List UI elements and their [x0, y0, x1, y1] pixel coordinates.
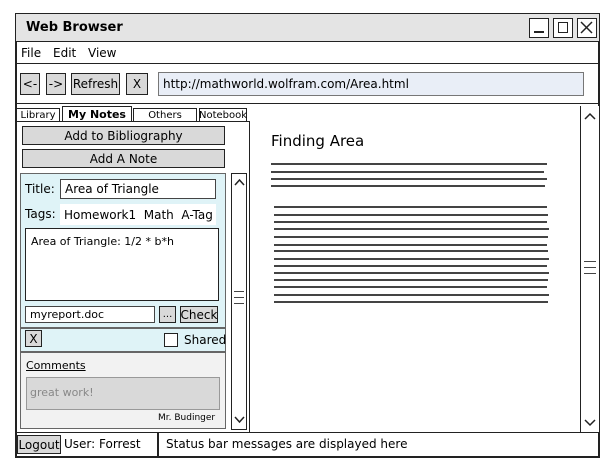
check-button[interactable]: Check [180, 306, 218, 323]
text-line [274, 258, 549, 260]
shared-checkbox[interactable] [164, 333, 178, 347]
browse-button[interactable]: ... [159, 306, 176, 323]
sidebar-scrollbar[interactable] [231, 173, 247, 430]
tab-others[interactable]: Others [133, 108, 197, 122]
text-line [274, 279, 548, 281]
minimize-icon [534, 31, 544, 33]
text-line [271, 178, 547, 180]
comment-author: Mr. Budinger [158, 413, 216, 423]
add-to-bibliography-button[interactable]: Add to Bibliography [22, 126, 225, 145]
text-line [274, 272, 549, 274]
text-line [271, 171, 544, 173]
maximize-icon [558, 22, 568, 33]
scroll-grip [234, 303, 244, 304]
user-label: User: Forrest [64, 437, 141, 451]
text-line [274, 236, 548, 238]
back-button[interactable]: <- [20, 73, 40, 95]
scroll-grip [584, 261, 596, 262]
minimize-button[interactable] [529, 18, 549, 38]
scroll-grip [584, 273, 596, 274]
content-heading: Finding Area [271, 132, 365, 150]
note-body-field[interactable]: Area of Triangle: 1/2 * b*h [25, 228, 219, 301]
comment-field[interactable]: great work! [26, 377, 220, 410]
close-button[interactable] [577, 18, 597, 38]
text-line [274, 228, 549, 230]
text-line [271, 185, 545, 187]
menu-edit[interactable]: Edit [53, 46, 76, 60]
tab-my-notes[interactable]: My Notes [62, 106, 132, 122]
close-icon [580, 21, 593, 34]
chevron-down-icon [234, 416, 245, 424]
comment-text: great work! [30, 386, 94, 399]
chevron-up-icon [584, 112, 596, 120]
scroll-grip [584, 267, 596, 268]
file-field[interactable]: myreport.doc [25, 306, 155, 323]
refresh-button[interactable]: Refresh [71, 73, 120, 95]
text-line [271, 163, 547, 165]
text-line [274, 250, 548, 252]
chevron-down-icon [584, 419, 596, 427]
menu-view[interactable]: View [88, 46, 116, 60]
delete-note-button[interactable]: X [25, 330, 42, 347]
scroll-grip [234, 297, 244, 298]
add-note-button[interactable]: Add A Note [22, 149, 225, 168]
comments-link[interactable]: Comments [26, 359, 86, 372]
text-line [274, 244, 547, 246]
note-tags-field[interactable]: Homework1 Math A-Tag [60, 204, 216, 225]
window-title: Web Browser [26, 20, 123, 35]
maximize-button[interactable] [553, 18, 573, 38]
note-title-field[interactable]: Area of Triangle [60, 179, 216, 199]
text-line [274, 206, 547, 208]
content-area [251, 106, 599, 432]
menu-file[interactable]: File [21, 46, 41, 60]
shared-label: Shared [184, 333, 227, 347]
logout-button[interactable]: Logout [17, 435, 61, 454]
scroll-grip [234, 291, 244, 292]
content-scrollbar[interactable] [580, 106, 599, 432]
note-tags-label: Tags: [25, 207, 56, 221]
note-title-label: Title: [25, 182, 55, 196]
text-line [274, 294, 549, 296]
note-body-text: Area of Triangle: 1/2 * b*h [31, 235, 174, 248]
text-line [274, 286, 547, 288]
forward-button[interactable]: -> [46, 73, 66, 95]
text-line [274, 301, 548, 303]
status-message: Status bar messages are displayed here [166, 437, 408, 451]
divider [20, 327, 226, 329]
tab-library[interactable]: Library [16, 108, 60, 122]
text-line [274, 214, 548, 216]
stop-button[interactable]: X [126, 73, 148, 95]
status-divider [157, 433, 159, 457]
text-line [274, 265, 547, 267]
chevron-up-icon [234, 178, 245, 186]
text-line [274, 221, 547, 223]
url-field[interactable]: http://mathworld.wolfram.com/Area.html [158, 72, 584, 96]
tab-notebook[interactable]: Notebook [199, 108, 247, 122]
